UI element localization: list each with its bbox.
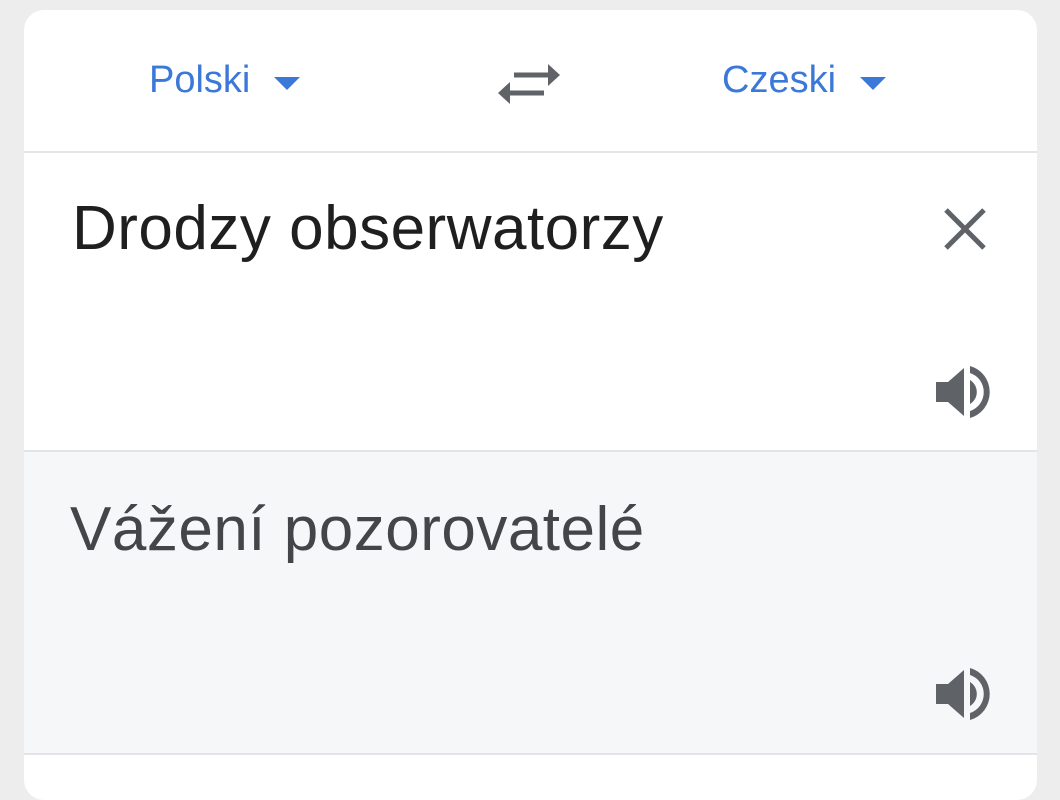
target-language-label: Czeski	[722, 58, 837, 101]
close-icon	[944, 208, 986, 250]
listen-translation-button[interactable]	[932, 662, 996, 726]
translation-area: Vážení pozorovatelé	[24, 452, 1037, 755]
source-language-label: Polski	[149, 58, 251, 101]
source-text[interactable]: Drodzy obserwatorzy	[72, 193, 664, 264]
caret-down-icon	[274, 76, 301, 90]
source-language-selector[interactable]: Polski	[149, 56, 301, 104]
swap-languages-button[interactable]	[496, 55, 562, 111]
listen-source-button[interactable]	[932, 360, 996, 424]
translate-card: Polski Czeski Drodzy obserwatorzy Vážení…	[24, 10, 1037, 800]
caret-down-icon	[860, 76, 887, 90]
source-text-area[interactable]: Drodzy obserwatorzy	[24, 153, 1037, 452]
swap-arrows-icon	[498, 64, 560, 104]
speaker-icon	[936, 366, 990, 418]
translated-text: Vážení pozorovatelé	[70, 495, 645, 564]
language-bar: Polski Czeski	[24, 10, 1037, 153]
target-language-selector[interactable]: Czeski	[722, 56, 887, 104]
speaker-icon	[936, 668, 990, 720]
clear-text-button[interactable]	[936, 200, 994, 258]
